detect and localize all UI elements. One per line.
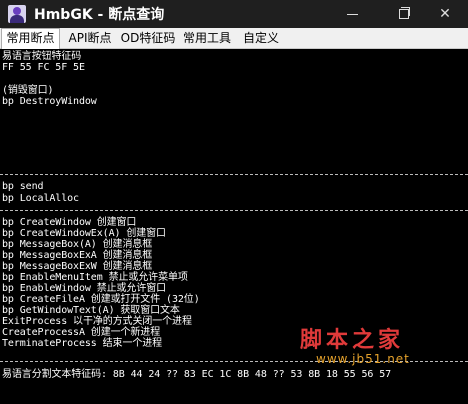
text-line: bp MessageBoxExA 创建消息框 <box>2 250 153 261</box>
tab-api-breakpoints[interactable]: API断点 <box>62 29 118 48</box>
text-line: (销毁窗口) <box>2 85 54 96</box>
app-avatar-icon <box>8 5 26 23</box>
text-line: bp EnableMenuItem 禁止或允许菜单项 <box>2 272 188 283</box>
text-line: bp LocalAlloc <box>2 193 79 204</box>
close-icon: ✕ <box>439 6 451 22</box>
text-line: bp send <box>2 181 44 192</box>
text-line: bp CreateWindowEx(A) 创建窗口 <box>2 228 166 239</box>
text-line: bp GetWindowText(A) 获取窗口文本 <box>2 305 180 316</box>
watermark-url-text: www.jb51.net <box>316 352 410 366</box>
separator-line <box>0 210 468 211</box>
minimize-button[interactable] <box>330 0 376 28</box>
text-line: bp CreateWindow 创建窗口 <box>2 217 137 228</box>
text-line: TerminateProcess 结束一个进程 <box>2 338 163 349</box>
title-bar: HmbGK - 断点查询 ✕ <box>0 0 468 28</box>
watermark-main-text: 脚本之家 <box>300 327 405 353</box>
close-button[interactable]: ✕ <box>422 0 468 28</box>
watermark-logo: 脚本之家 www.jb51.net <box>300 322 460 376</box>
text-line: bp MessageBox(A) 创建消息框 <box>2 239 153 250</box>
text-line: bp MessageBoxExW 创建消息框 <box>2 261 153 272</box>
window-title: HmbGK - 断点查询 <box>34 7 165 23</box>
separator-line <box>0 174 468 175</box>
text-line: bp CreateFileA 创建或打开文件 (32位) <box>2 294 200 305</box>
minimize-icon <box>347 14 358 15</box>
text-line: bp DestroyWindow <box>2 96 97 107</box>
tab-bar: 常用断点 API断点 OD特征码 常用工具 自定义 <box>0 28 468 50</box>
tab-common-tools[interactable]: 常用工具 <box>179 29 235 48</box>
tab-custom[interactable]: 自定义 <box>239 29 283 48</box>
text-line: bp EnableWindow 禁止或允许窗口 <box>2 283 167 294</box>
text-line: FF 55 FC 5F 5E <box>2 62 85 73</box>
text-line: CreateProcessA 创建一个新进程 <box>2 327 161 338</box>
restore-button[interactable] <box>380 0 426 28</box>
tab-od-signatures[interactable]: OD特征码 <box>120 29 176 48</box>
text-line: 易语言按钮特征码 <box>2 51 82 62</box>
tab-common-breakpoints[interactable]: 常用断点 <box>1 28 60 50</box>
text-line: ExitProcess 以干净的方式关闭一个进程 <box>2 316 192 327</box>
